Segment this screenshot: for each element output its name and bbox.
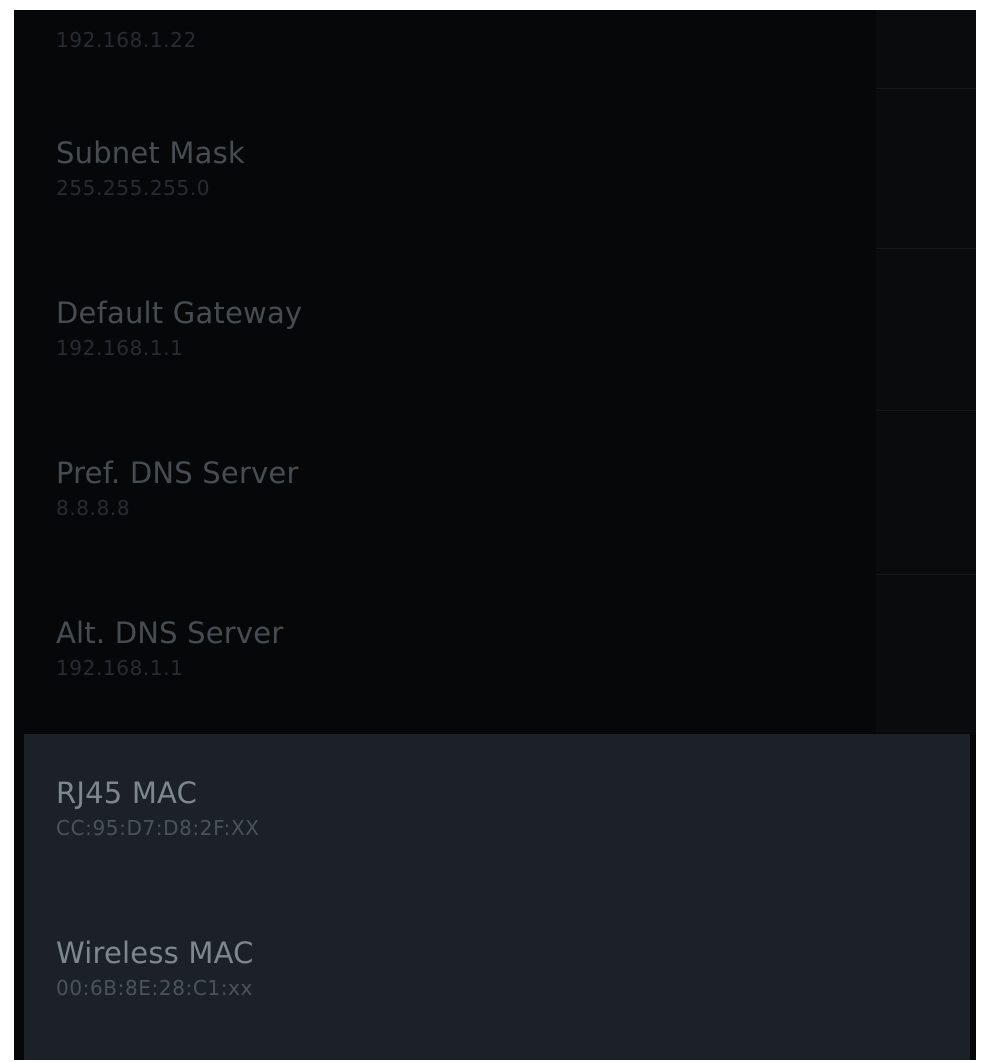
default-gateway-value: 192.168.1.1 bbox=[56, 336, 184, 360]
pref-dns-row[interactable]: Pref. DNS Server 8.8.8.8 bbox=[14, 456, 970, 596]
subnet-mask-row[interactable]: Subnet Mask 255.255.255.0 bbox=[14, 136, 970, 276]
default-gateway-label: Default Gateway bbox=[56, 296, 303, 330]
rj45-mac-row[interactable]: RJ45 MAC CC:95:D7:D8:2F:XX bbox=[14, 776, 970, 916]
rj45-mac-label: RJ45 MAC bbox=[56, 776, 198, 810]
wireless-mac-label: Wireless MAC bbox=[56, 936, 254, 970]
pref-dns-value: 8.8.8.8 bbox=[56, 496, 131, 520]
pref-dns-label: Pref. DNS Server bbox=[56, 456, 299, 490]
network-info-screen: 192.168.1.22 Subnet Mask 255.255.255.0 D… bbox=[14, 10, 976, 1060]
alt-dns-row[interactable]: Alt. DNS Server 192.168.1.1 bbox=[14, 616, 970, 756]
wireless-mac-value: 00:6B:8E:28:C1:xx bbox=[56, 976, 253, 1000]
side-divider bbox=[876, 88, 976, 89]
alt-dns-value: 192.168.1.1 bbox=[56, 656, 184, 680]
subnet-mask-value: 255.255.255.0 bbox=[56, 176, 211, 200]
ip-address-value: 192.168.1.22 bbox=[56, 28, 197, 52]
default-gateway-row[interactable]: Default Gateway 192.168.1.1 bbox=[14, 296, 970, 436]
alt-dns-label: Alt. DNS Server bbox=[56, 616, 284, 650]
ip-address-row[interactable]: 192.168.1.22 bbox=[14, 10, 970, 68]
rj45-mac-value: CC:95:D7:D8:2F:XX bbox=[56, 816, 260, 840]
wireless-mac-row[interactable]: Wireless MAC 00:6B:8E:28:C1:xx bbox=[14, 936, 970, 1056]
subnet-mask-label: Subnet Mask bbox=[56, 136, 245, 170]
